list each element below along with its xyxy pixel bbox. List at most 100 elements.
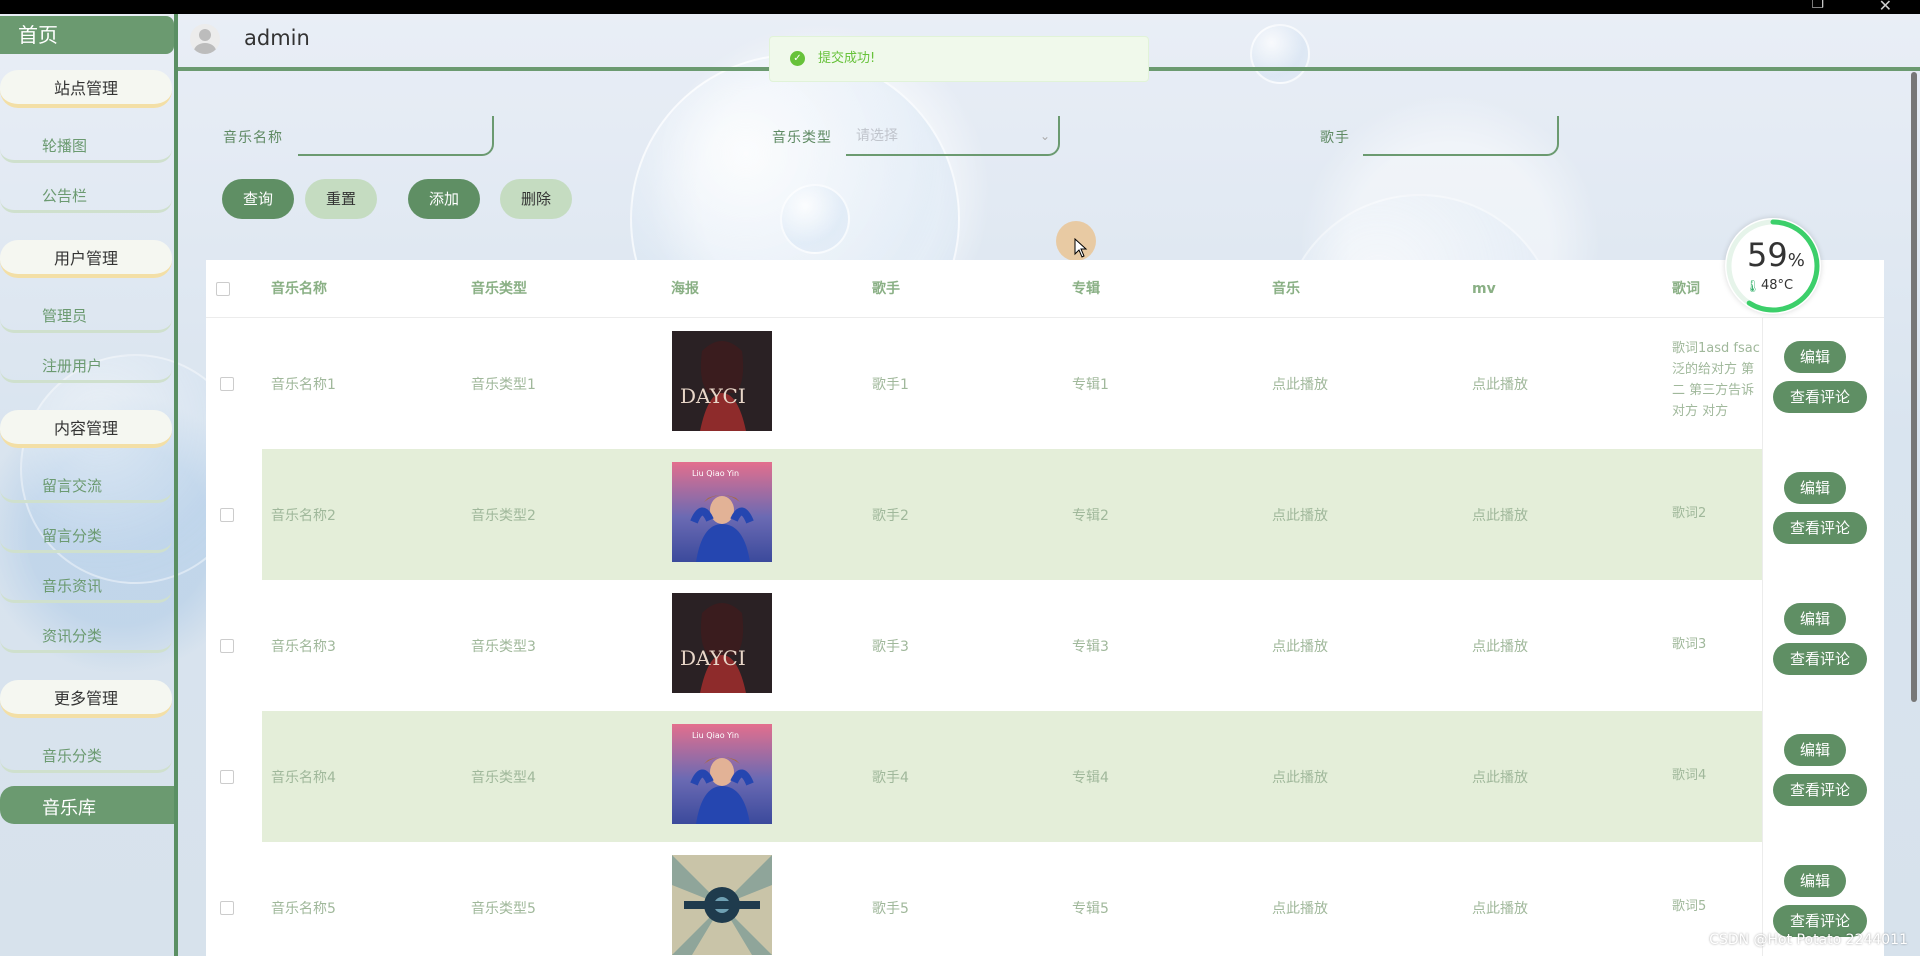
sidebar-item-music-library[interactable]: 音乐库 bbox=[0, 786, 178, 824]
play-music-link[interactable]: 点此播放 bbox=[1272, 374, 1328, 394]
toast-message: 提交成功! bbox=[818, 51, 876, 66]
play-mv-link[interactable]: 点此播放 bbox=[1472, 767, 1528, 787]
temperature-icon: 🌡 bbox=[1745, 279, 1761, 293]
cell-lyrics: 歌词3 bbox=[1672, 637, 1707, 652]
svg-text:DAYCI: DAYCI bbox=[680, 646, 746, 670]
view-comments-button[interactable]: 查看评论 bbox=[1773, 643, 1867, 675]
cell-singer: 歌手5 bbox=[872, 901, 909, 917]
actions-column: 编辑 查看评论 编辑 查看评论 编辑 查看评论 编辑 查看评论 编辑 查看评论 bbox=[1762, 318, 1884, 956]
cell-singer: 歌手3 bbox=[872, 639, 909, 655]
play-music-link[interactable]: 点此播放 bbox=[1272, 767, 1328, 787]
edit-button[interactable]: 编辑 bbox=[1784, 472, 1846, 504]
avatar[interactable] bbox=[190, 24, 220, 54]
sidebar-item-notice[interactable]: 公告栏 bbox=[0, 179, 172, 213]
view-comments-button[interactable]: 查看评论 bbox=[1773, 774, 1867, 806]
cell-singer: 歌手2 bbox=[872, 508, 909, 524]
poster-image[interactable]: Liu Qiao Yin bbox=[672, 462, 772, 562]
table-row[interactable]: 音乐名称1 音乐类型1 DAYCI 歌手1 专辑1 点此播放 点此播放 歌词1a… bbox=[206, 318, 1884, 449]
close-window-icon[interactable]: ✕ bbox=[1879, 0, 1892, 15]
check-circle-icon: ✓ bbox=[790, 51, 805, 66]
poster-image[interactable] bbox=[672, 855, 772, 955]
sidebar-item-music-news[interactable]: 音乐资讯 bbox=[0, 569, 172, 603]
sidebar-home[interactable]: 首页 bbox=[0, 16, 174, 54]
play-mv-link[interactable]: 点此播放 bbox=[1472, 505, 1528, 525]
cell-type: 音乐类型4 bbox=[471, 770, 536, 786]
select-all-checkbox[interactable] bbox=[216, 282, 230, 296]
play-mv-link[interactable]: 点此播放 bbox=[1472, 374, 1528, 394]
sidebar-item-carousel[interactable]: 轮播图 bbox=[0, 129, 172, 163]
row-checkbox[interactable] bbox=[220, 508, 234, 522]
poster-image[interactable]: DAYCI bbox=[672, 331, 772, 431]
play-music-link[interactable]: 点此播放 bbox=[1272, 505, 1328, 525]
table-row[interactable]: 音乐名称5 音乐类型5 歌手5 专辑5 点此播放 点此播放 歌词5 bbox=[206, 842, 1884, 956]
username[interactable]: admin bbox=[244, 26, 310, 50]
col-header-type[interactable]: 音乐类型 bbox=[471, 260, 527, 318]
row-checkbox[interactable] bbox=[220, 639, 234, 653]
reset-button[interactable]: 重置 bbox=[305, 179, 377, 219]
sidebar-group-site[interactable]: 站点管理 bbox=[0, 70, 172, 108]
col-header-singer[interactable]: 歌手 bbox=[872, 260, 900, 318]
play-mv-link[interactable]: 点此播放 bbox=[1472, 898, 1528, 918]
sidebar-group-users[interactable]: 用户管理 bbox=[0, 240, 172, 278]
table-row[interactable]: 音乐名称3 音乐类型3 DAYCI 歌手3 专辑3 点此播放 点此播放 歌词3 bbox=[206, 580, 1884, 711]
view-comments-button[interactable]: 查看评论 bbox=[1773, 512, 1867, 544]
sidebar-item-registered-users[interactable]: 注册用户 bbox=[0, 349, 172, 383]
table-row[interactable]: 音乐名称4 音乐类型4 Liu Qiao Yin 歌手4 专辑4 点此播放 点此… bbox=[206, 711, 1884, 842]
edit-button[interactable]: 编辑 bbox=[1784, 341, 1846, 373]
add-button[interactable]: 添加 bbox=[408, 179, 480, 219]
col-header-poster: 海报 bbox=[671, 281, 699, 297]
singer-label: 歌手 bbox=[1320, 130, 1350, 146]
singer-input[interactable] bbox=[1363, 116, 1559, 156]
poster-image[interactable]: Liu Qiao Yin bbox=[672, 724, 772, 824]
cell-name: 音乐名称3 bbox=[271, 639, 336, 655]
col-header-name[interactable]: 音乐名称 bbox=[271, 260, 327, 318]
sidebar-item-admins[interactable]: 管理员 bbox=[0, 299, 172, 333]
music-name-label: 音乐名称 bbox=[223, 130, 283, 146]
window-titlebar: ❐ ✕ bbox=[0, 0, 1920, 15]
cell-name: 音乐名称4 bbox=[271, 770, 336, 786]
cell-singer: 歌手1 bbox=[872, 377, 909, 393]
cell-album: 专辑4 bbox=[1072, 770, 1109, 786]
sidebar-group-content[interactable]: 内容管理 bbox=[0, 410, 172, 448]
row-checkbox[interactable] bbox=[220, 901, 234, 915]
row-checkbox[interactable] bbox=[220, 377, 234, 391]
cell-name: 音乐名称5 bbox=[271, 901, 336, 917]
col-header-music: 音乐 bbox=[1272, 281, 1300, 297]
sidebar-group-more[interactable]: 更多管理 bbox=[0, 680, 172, 718]
sidebar-item-message-categories[interactable]: 留言分类 bbox=[0, 519, 172, 553]
page-scrollbar[interactable] bbox=[1911, 72, 1917, 702]
music-name-input[interactable] bbox=[298, 116, 494, 156]
chevron-down-icon: ⌄ bbox=[1039, 129, 1050, 143]
query-button[interactable]: 查询 bbox=[222, 179, 294, 219]
mouse-cursor-icon bbox=[1074, 238, 1088, 258]
play-mv-link[interactable]: 点此播放 bbox=[1472, 636, 1528, 656]
edit-button[interactable]: 编辑 bbox=[1784, 734, 1846, 766]
table-header: 音乐名称 音乐类型 海报 歌手 专辑 音乐 mv 歌词 bbox=[206, 260, 1884, 318]
system-monitor-gauge[interactable]: 59% 🌡 48°C bbox=[1725, 218, 1821, 314]
cell-album: 专辑3 bbox=[1072, 639, 1109, 655]
col-header-album[interactable]: 专辑 bbox=[1072, 260, 1100, 318]
cell-album: 专辑1 bbox=[1072, 377, 1109, 393]
cell-singer: 歌手4 bbox=[872, 770, 909, 786]
edit-button[interactable]: 编辑 bbox=[1784, 865, 1846, 897]
cell-lyrics: 歌词2 bbox=[1672, 506, 1707, 521]
cell-lyrics: 歌词4 bbox=[1672, 768, 1707, 783]
play-music-link[interactable]: 点此播放 bbox=[1272, 898, 1328, 918]
delete-button[interactable]: 删除 bbox=[500, 179, 572, 219]
music-type-select[interactable]: 请选择 ⌄ bbox=[846, 116, 1060, 156]
restore-window-icon[interactable]: ❐ bbox=[1811, 0, 1824, 12]
table-row[interactable]: 音乐名称2 音乐类型2 Liu Qiao Yin 歌手2 专辑2 点此播放 点此… bbox=[206, 449, 1884, 580]
view-comments-button[interactable]: 查看评论 bbox=[1773, 381, 1867, 413]
sidebar-item-music-categories[interactable]: 音乐分类 bbox=[0, 739, 172, 773]
play-music-link[interactable]: 点此播放 bbox=[1272, 636, 1328, 656]
sidebar-item-messages[interactable]: 留言交流 bbox=[0, 469, 172, 503]
sidebar-item-news-categories[interactable]: 资讯分类 bbox=[0, 619, 172, 653]
edit-button[interactable]: 编辑 bbox=[1784, 603, 1846, 635]
row-checkbox[interactable] bbox=[220, 770, 234, 784]
col-header-mv: mv bbox=[1472, 281, 1496, 297]
decorative-bubble bbox=[780, 184, 850, 254]
poster-image[interactable]: DAYCI bbox=[672, 593, 772, 693]
cell-lyrics: 歌词1asd fsac 泛的给对方 第二 第三方告诉对方 对方 bbox=[1672, 341, 1760, 419]
cell-name: 音乐名称2 bbox=[271, 508, 336, 524]
music-type-placeholder: 请选择 bbox=[856, 128, 898, 144]
